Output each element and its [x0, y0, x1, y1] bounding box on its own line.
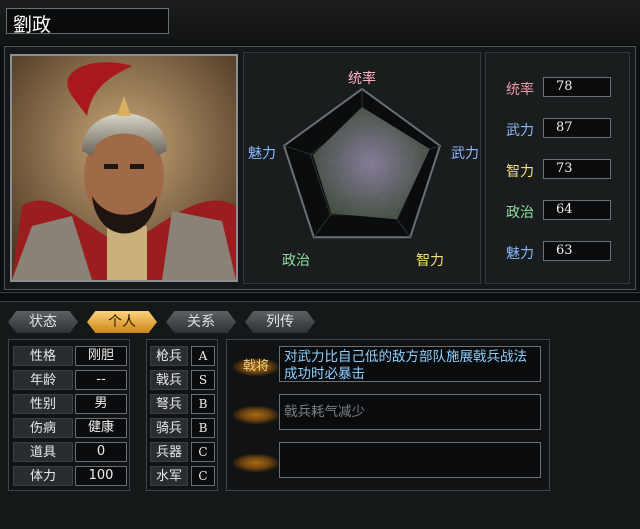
- skill-tag-halberd-general[interactable]: 戟将: [233, 358, 279, 376]
- attr-value: --: [75, 370, 127, 390]
- attr-label: 性别: [13, 394, 73, 414]
- attr-row-stamina: 体力 100: [9, 466, 131, 488]
- attr-label: 道具: [13, 442, 73, 462]
- attr-value: 健康: [75, 418, 127, 438]
- personal-info-panel: 性格 刚胆 年龄 -- 性别 男 伤病 健康 道具 0 体力 100: [8, 339, 130, 491]
- skill-tag-empty[interactable]: [233, 454, 279, 472]
- troop-row-spear: 枪兵 A: [147, 346, 219, 368]
- radar-label-command: 统率: [348, 70, 376, 87]
- skill-description: 对武力比自己低的敌方部队施展戟兵战法成功时必暴击: [279, 346, 541, 382]
- radar-label-war: 武力: [451, 146, 479, 162]
- attr-label: 年龄: [13, 370, 73, 390]
- stat-value: 78: [543, 77, 611, 97]
- stat-value: 87: [543, 118, 611, 138]
- troop-grade: A: [191, 346, 215, 366]
- attr-row-injury: 伤病 健康: [9, 418, 131, 440]
- attr-row-personality: 性格 刚胆: [9, 346, 131, 368]
- stat-value: 63: [543, 241, 611, 261]
- troop-grade: B: [191, 418, 215, 438]
- portrait-image: [12, 56, 236, 280]
- attr-row-items: 道具 0: [9, 442, 131, 464]
- tab-biography[interactable]: 列传: [245, 311, 315, 333]
- troop-label: 骑兵: [150, 418, 188, 438]
- officer-name: 劉政: [13, 14, 52, 36]
- tab-personal[interactable]: 个人: [87, 311, 157, 333]
- tab-relations[interactable]: 关系: [166, 311, 236, 333]
- stat-row-war: 武力 87: [486, 118, 631, 140]
- troop-grade: C: [191, 466, 215, 486]
- stat-label: 魅力: [506, 246, 534, 262]
- skill-tag-empty[interactable]: [233, 406, 279, 424]
- radar-label-intelligence: 智力: [416, 253, 444, 269]
- officer-portrait: [10, 54, 238, 282]
- stat-label: 政治: [506, 205, 534, 221]
- attr-label: 性格: [13, 346, 73, 366]
- skills-panel: 戟将 对武力比自己低的敌方部队施展戟兵战法成功时必暴击 戟兵耗气减少: [226, 339, 550, 491]
- troop-grade: C: [191, 442, 215, 462]
- stat-row-command: 统率 78: [486, 77, 631, 99]
- skill-description: [279, 442, 541, 478]
- stat-row-charm: 魅力 63: [486, 241, 631, 263]
- stat-row-intelligence: 智力 73: [486, 159, 631, 181]
- troop-row-navy: 水军 C: [147, 466, 219, 488]
- tab-status[interactable]: 状态: [8, 311, 78, 333]
- ability-radar-panel: 统率 武力 智力 政治 魅力: [243, 52, 481, 284]
- ability-radar-chart: 统率 武力 智力 政治 魅力: [248, 70, 479, 269]
- troop-label: 兵器: [150, 442, 188, 462]
- ability-stats-panel: 统率 78 武力 87 智力 73 政治 64 魅力 63: [485, 52, 630, 284]
- attr-row-gender: 性别 男: [9, 394, 131, 416]
- section-divider: [0, 292, 640, 302]
- troop-grade: B: [191, 394, 215, 414]
- attr-row-age: 年龄 --: [9, 370, 131, 392]
- attr-label: 伤病: [13, 418, 73, 438]
- troop-row-crossbow: 弩兵 B: [147, 394, 219, 416]
- stat-label: 武力: [506, 123, 534, 139]
- troop-label: 枪兵: [150, 346, 188, 366]
- attr-value: 0: [75, 442, 127, 462]
- troop-aptitude-panel: 枪兵 A 戟兵 S 弩兵 B 骑兵 B 兵器 C 水军 C: [146, 339, 218, 491]
- title-bar: 劉政: [0, 0, 640, 44]
- radar-label-politics: 政治: [282, 253, 310, 269]
- troop-label: 弩兵: [150, 394, 188, 414]
- stat-value: 64: [543, 200, 611, 220]
- troop-row-siege: 兵器 C: [147, 442, 219, 464]
- stat-row-politics: 政治 64: [486, 200, 631, 222]
- attr-value: 100: [75, 466, 127, 486]
- attr-label: 体力: [13, 466, 73, 486]
- stat-label: 智力: [506, 164, 534, 180]
- attr-value: 刚胆: [75, 346, 127, 366]
- troop-row-halberd: 戟兵 S: [147, 370, 219, 392]
- officer-name-box: 劉政: [6, 8, 169, 36]
- stat-label: 统率: [506, 82, 534, 98]
- radar-label-charm: 魅力: [248, 146, 276, 162]
- troop-label: 水军: [150, 466, 188, 486]
- troop-grade: S: [191, 370, 215, 390]
- skill-description: 戟兵耗气减少: [279, 394, 541, 430]
- troop-label: 戟兵: [150, 370, 188, 390]
- stat-value: 73: [543, 159, 611, 179]
- attr-value: 男: [75, 394, 127, 414]
- troop-row-cavalry: 骑兵 B: [147, 418, 219, 440]
